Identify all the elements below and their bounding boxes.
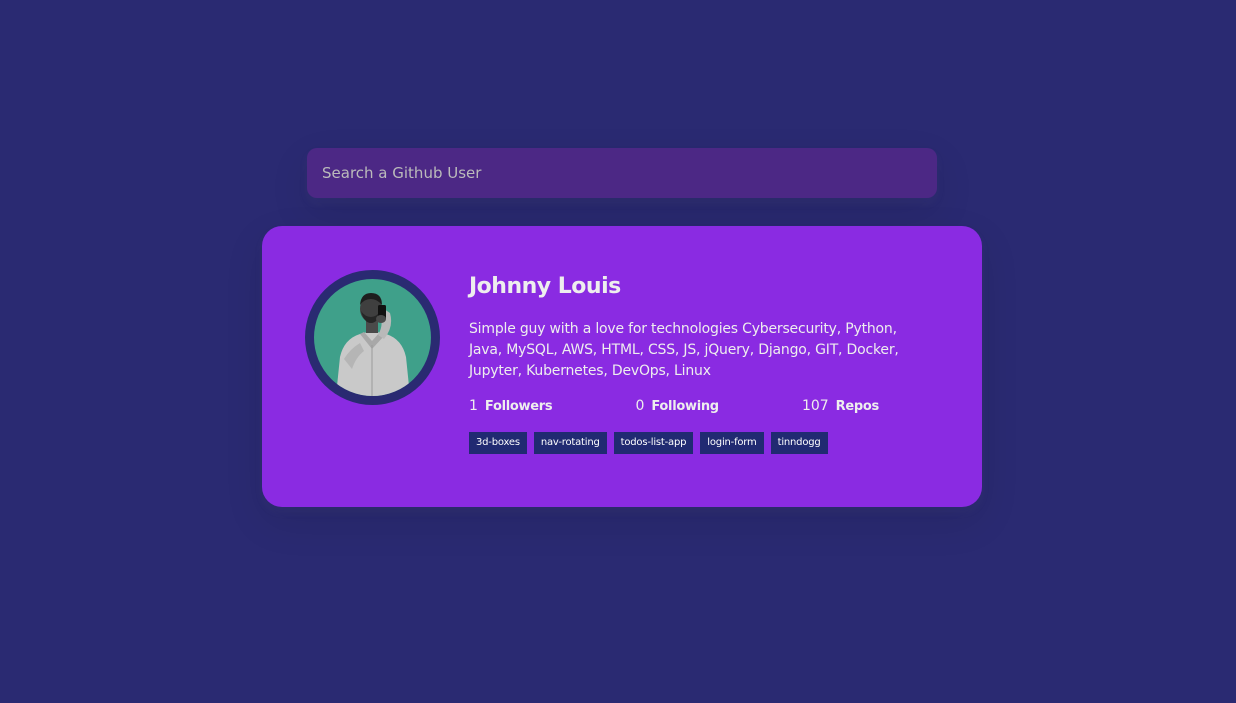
- avatar-frame: [305, 270, 440, 405]
- search-form: [307, 148, 937, 198]
- user-name: Johnny Louis: [469, 274, 621, 299]
- repo-list: 3d-boxes nav-rotating todos-list-app log…: [469, 432, 939, 454]
- followers-label: Followers: [484, 399, 553, 414]
- user-bio-line: Simple guy with a love for technologies …: [469, 321, 897, 337]
- repo-link[interactable]: todos-list-app: [613, 432, 694, 454]
- repo-link[interactable]: nav-rotating: [533, 432, 607, 454]
- followers-count: 1: [469, 398, 478, 414]
- following-stat: 0 Following: [635, 396, 719, 417]
- repos-stat: 107 Repos: [802, 396, 879, 417]
- repos-label: Repos: [835, 399, 880, 414]
- search-input[interactable]: [307, 148, 937, 198]
- user-info: Johnny Louis Simple guy with a love for …: [469, 270, 939, 454]
- repo-link[interactable]: tinndogg: [770, 432, 828, 454]
- user-stats: 1 Followers 0 Following 107 Repos: [469, 396, 879, 417]
- user-bio-line: Jupyter, Kubernetes, DevOps, Linux: [469, 363, 711, 379]
- user-card: Johnny Louis Simple guy with a love for …: [262, 226, 982, 507]
- followers-stat: 1 Followers: [469, 396, 553, 417]
- avatar: [314, 279, 431, 396]
- repo-link[interactable]: 3d-boxes: [469, 432, 527, 454]
- repos-count: 107: [801, 398, 829, 414]
- following-label: Following: [651, 399, 719, 414]
- repo-link[interactable]: login-form: [700, 432, 764, 454]
- user-bio-line: Java, MySQL, AWS, HTML, CSS, JS, jQuery,…: [469, 342, 899, 358]
- following-count: 0: [635, 398, 645, 414]
- user-bio: Simple guy with a love for technologies …: [469, 319, 939, 382]
